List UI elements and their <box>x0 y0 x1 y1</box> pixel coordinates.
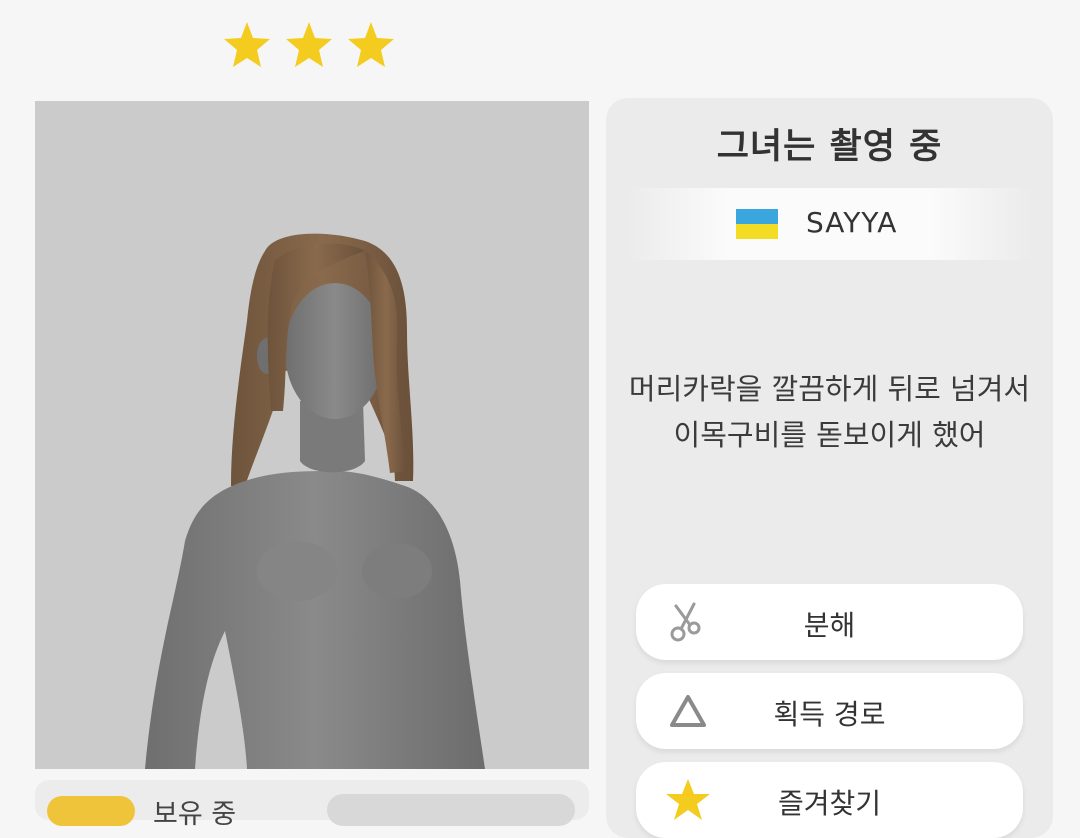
item-description: 머리카락을 깔끔하게 뒤로 넘겨서 이목구비를 돋보이게 했어 <box>606 366 1053 458</box>
owned-badge <box>47 796 135 826</box>
acquire-route-label: 획득 경로 <box>773 698 886 731</box>
favorite-button[interactable]: 즐겨찾기 <box>636 762 1023 838</box>
owned-label: 보유 중 <box>153 799 237 830</box>
star-icon <box>348 22 394 67</box>
bottom-status-bar: 보유 중 <box>35 780 589 830</box>
star-icon <box>224 22 270 67</box>
favorite-label: 즐겨찾기 <box>777 787 882 820</box>
player-name: SAYYA <box>806 206 898 239</box>
player-strip: SAYYA <box>626 188 1032 260</box>
description-line-1: 머리카락을 깔끔하게 뒤로 넘겨서 <box>628 372 1031 406</box>
bar-pill[interactable] <box>327 794 575 826</box>
disassemble-label: 분해 <box>803 609 856 642</box>
mannequin-figure <box>145 233 485 769</box>
disassemble-button[interactable]: 분해 <box>636 584 1023 660</box>
item-title: 그녀는 촬영 중 <box>716 127 943 167</box>
acquire-route-button[interactable]: 획득 경로 <box>636 673 1023 749</box>
ukraine-flag-icon <box>736 209 778 239</box>
description-line-2: 이목구비를 돋보이게 했어 <box>673 418 986 452</box>
star-icon <box>286 22 332 67</box>
rating-stars <box>222 20 396 70</box>
character-preview[interactable] <box>35 101 589 769</box>
